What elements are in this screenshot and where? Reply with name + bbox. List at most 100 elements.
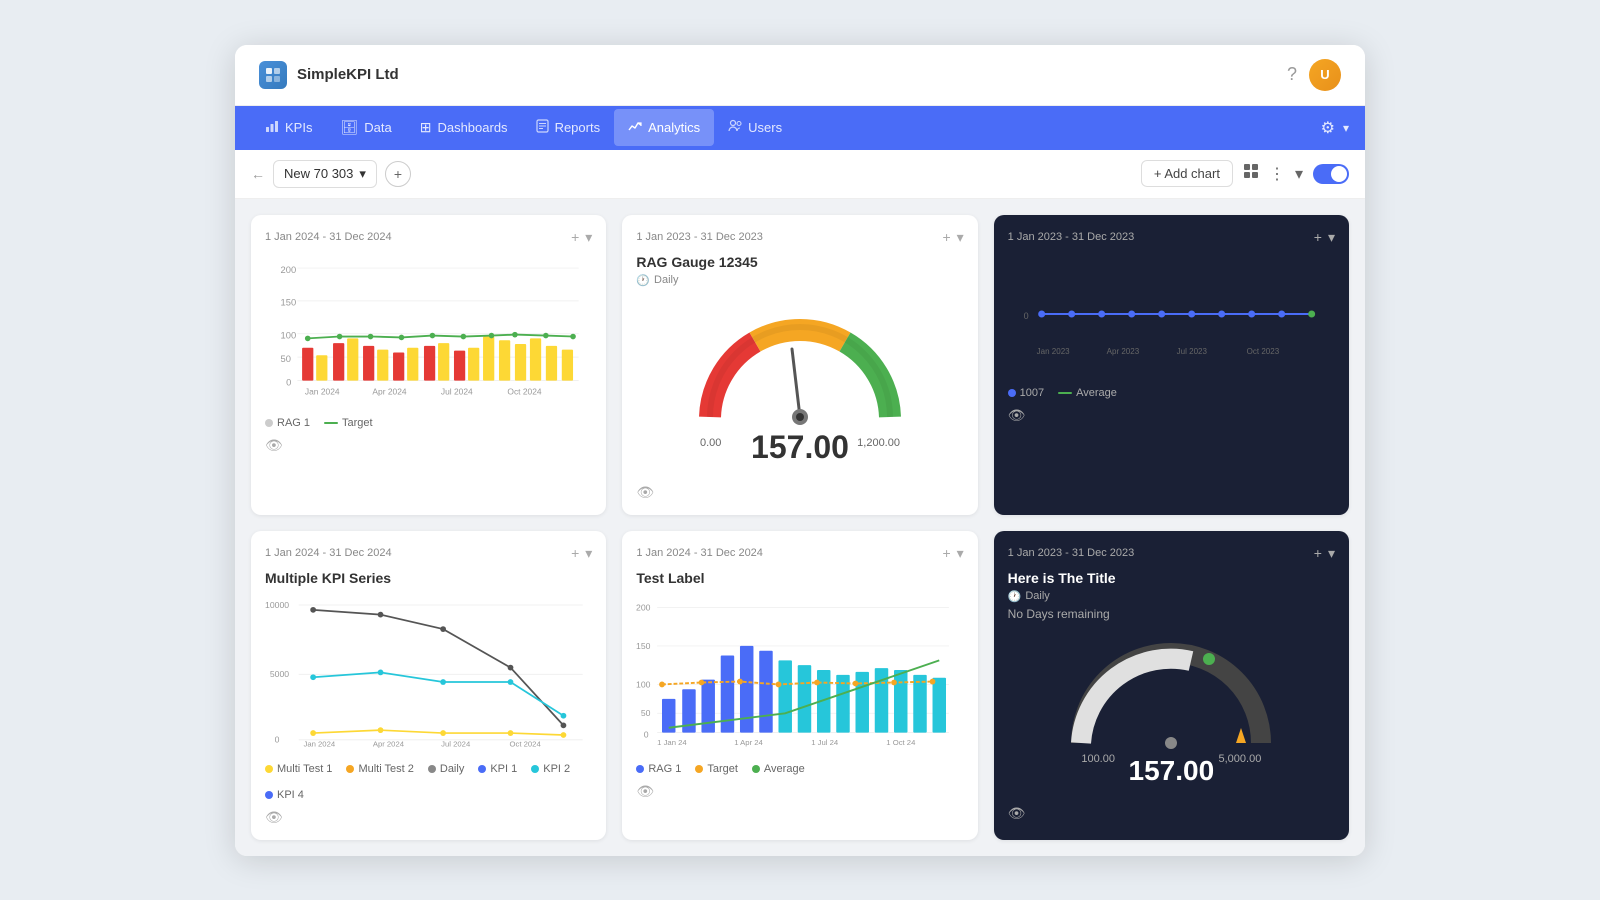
- card3-header: 1 Jan 2023 - 31 Dec 2023 + ▾: [1008, 229, 1335, 246]
- dark-line-svg: 0 Jan 2023 Apr 2023: [1008, 264, 1335, 364]
- card2-subtitle: 🕐 Daily: [636, 274, 963, 287]
- nav-item-reports[interactable]: Reports: [522, 109, 615, 146]
- svg-text:0: 0: [275, 734, 280, 744]
- legend-multi1-label: Multi Test 1: [277, 763, 332, 775]
- main-content: 1 Jan 2024 - 31 Dec 2024 + ▾ 200 150 100…: [235, 199, 1365, 856]
- nav-item-data[interactable]: 🗄 Data: [326, 109, 405, 146]
- nav-item-analytics[interactable]: Analytics: [614, 109, 714, 146]
- card2-chevron-icon[interactable]: ▾: [957, 229, 964, 246]
- header: SimpleKPI Ltd ? U: [235, 45, 1365, 106]
- nav-settings-icon[interactable]: ⚙: [1321, 118, 1335, 138]
- card2-visibility-button[interactable]: 👁: [636, 484, 963, 501]
- nav-item-users[interactable]: Users: [714, 109, 796, 146]
- nav-label-analytics: Analytics: [648, 120, 700, 135]
- svg-text:Oct 2023: Oct 2023: [1246, 347, 1279, 356]
- clock-icon: 🕐: [636, 274, 650, 287]
- toolbar-chevron-icon[interactable]: ▾: [1295, 164, 1303, 184]
- card6-gauge: 100.00 5,000.00 157.00: [1008, 633, 1335, 797]
- card3-date: 1 Jan 2023 - 31 Dec 2023: [1008, 231, 1135, 243]
- card3-actions: + ▾: [1314, 229, 1335, 246]
- card3-chevron-icon[interactable]: ▾: [1328, 229, 1335, 246]
- card3-plus-icon[interactable]: +: [1314, 229, 1322, 245]
- legend-multi2-label: Multi Test 2: [358, 763, 413, 775]
- legend-1007: 1007: [1008, 387, 1044, 399]
- add-chart-button[interactable]: + Add chart: [1141, 160, 1233, 187]
- card6-clock-icon: 🕐: [1008, 590, 1022, 603]
- analytics-icon: [628, 119, 642, 136]
- card1-chevron-icon[interactable]: ▾: [585, 229, 592, 246]
- toggle-switch[interactable]: [1313, 164, 1349, 184]
- help-icon[interactable]: ?: [1287, 64, 1297, 85]
- nav-label-dashboards: Dashboards: [437, 120, 507, 135]
- card4-plus-icon[interactable]: +: [571, 545, 579, 561]
- svg-text:200: 200: [636, 602, 651, 612]
- card4-date: 1 Jan 2024 - 31 Dec 2024: [265, 547, 392, 559]
- card6-visibility-button[interactable]: 👁: [1008, 805, 1335, 822]
- svg-text:150: 150: [636, 640, 651, 650]
- legend-avg-line: [1058, 392, 1072, 394]
- card4-chevron-icon[interactable]: ▾: [585, 545, 592, 562]
- nav-chevron-icon[interactable]: ▾: [1343, 121, 1349, 135]
- toggle-knob: [1331, 166, 1347, 182]
- back-button[interactable]: ←: [251, 166, 265, 182]
- more-options-icon[interactable]: ⋮: [1269, 164, 1285, 184]
- dashboards-icon: ⊞: [420, 119, 432, 136]
- svg-text:50: 50: [641, 708, 651, 718]
- legend-kpi2-label: KPI 2: [543, 763, 570, 775]
- card4-visibility-button[interactable]: 👁: [265, 809, 592, 826]
- dashboard-selector[interactable]: New 70 303 ▾: [273, 160, 377, 188]
- gauge-max-label: 1,200.00: [857, 437, 900, 449]
- legend-daily-dot: [428, 765, 436, 773]
- legend-target: Target: [324, 417, 373, 429]
- card5-chevron-icon[interactable]: ▾: [957, 545, 964, 562]
- legend-kpi3: KPI 4: [265, 789, 304, 801]
- legend-target-line: [324, 422, 338, 424]
- data-icon: 🗄: [340, 119, 358, 136]
- svg-text:10000: 10000: [265, 599, 289, 609]
- app-window: SimpleKPI Ltd ? U KPIs 🗄 Data ⊞ Dashboar…: [235, 45, 1365, 856]
- legend-rag1-c5: RAG 1: [636, 763, 681, 775]
- svg-text:0: 0: [1023, 311, 1028, 321]
- user-avatar[interactable]: U: [1309, 59, 1341, 91]
- legend-avg-c5-dot: [752, 765, 760, 773]
- nav-label-users: Users: [748, 120, 782, 135]
- bar-chart-svg: 200 150 100 50 0: [265, 254, 592, 404]
- svg-text:Jul 2023: Jul 2023: [1176, 347, 1207, 356]
- nav-item-dashboards[interactable]: ⊞ Dashboards: [406, 109, 522, 146]
- legend-rag1-label: RAG 1: [277, 417, 310, 429]
- users-icon: [728, 119, 742, 136]
- card1-plus-icon[interactable]: +: [571, 229, 579, 245]
- legend-kpi2: KPI 2: [531, 763, 570, 775]
- card6-max-label: 5,000.00: [1219, 753, 1262, 765]
- card2-title: RAG Gauge 12345: [636, 254, 963, 270]
- gauge-svg: [690, 307, 910, 437]
- card6-chevron-icon[interactable]: ▾: [1328, 545, 1335, 562]
- app-title: SimpleKPI Ltd: [297, 66, 399, 83]
- card6-actions: + ▾: [1314, 545, 1335, 562]
- card6-subtitle: 🕐 Daily: [1008, 590, 1335, 603]
- add-dashboard-button[interactable]: +: [385, 161, 411, 187]
- legend-multi1-dot: [265, 765, 273, 773]
- card6-date: 1 Jan 2023 - 31 Dec 2023: [1008, 547, 1135, 559]
- card1-visibility-button[interactable]: 👁: [265, 437, 592, 454]
- legend-target-label: Target: [342, 417, 373, 429]
- card5-visibility-button[interactable]: 👁: [636, 783, 963, 800]
- legend-kpi1: KPI 1: [478, 763, 517, 775]
- card3-visibility-button[interactable]: 👁: [1008, 407, 1335, 424]
- main-nav: KPIs 🗄 Data ⊞ Dashboards Reports Analyti…: [235, 106, 1365, 150]
- nav-item-kpis[interactable]: KPIs: [251, 109, 326, 146]
- card6-plus-icon[interactable]: +: [1314, 545, 1322, 561]
- svg-text:1 Oct 24: 1 Oct 24: [887, 738, 917, 747]
- card2-plus-icon[interactable]: +: [942, 229, 950, 245]
- legend-rag1-c5-dot: [636, 765, 644, 773]
- logo-icon: [259, 61, 287, 89]
- svg-text:Jan 2024: Jan 2024: [305, 386, 340, 396]
- toolbar-right: + Add chart ⋮ ▾: [1141, 160, 1349, 187]
- grid-view-icon[interactable]: [1243, 163, 1259, 184]
- card5-legend: RAG 1 Target Average: [636, 763, 963, 775]
- card6-header: 1 Jan 2023 - 31 Dec 2023 + ▾: [1008, 545, 1335, 562]
- svg-text:150: 150: [281, 297, 297, 307]
- card4-legend: Multi Test 1 Multi Test 2 Daily KPI 1 KP…: [265, 763, 592, 801]
- card5-plus-icon[interactable]: +: [942, 545, 950, 561]
- svg-text:Apr 2024: Apr 2024: [373, 739, 405, 748]
